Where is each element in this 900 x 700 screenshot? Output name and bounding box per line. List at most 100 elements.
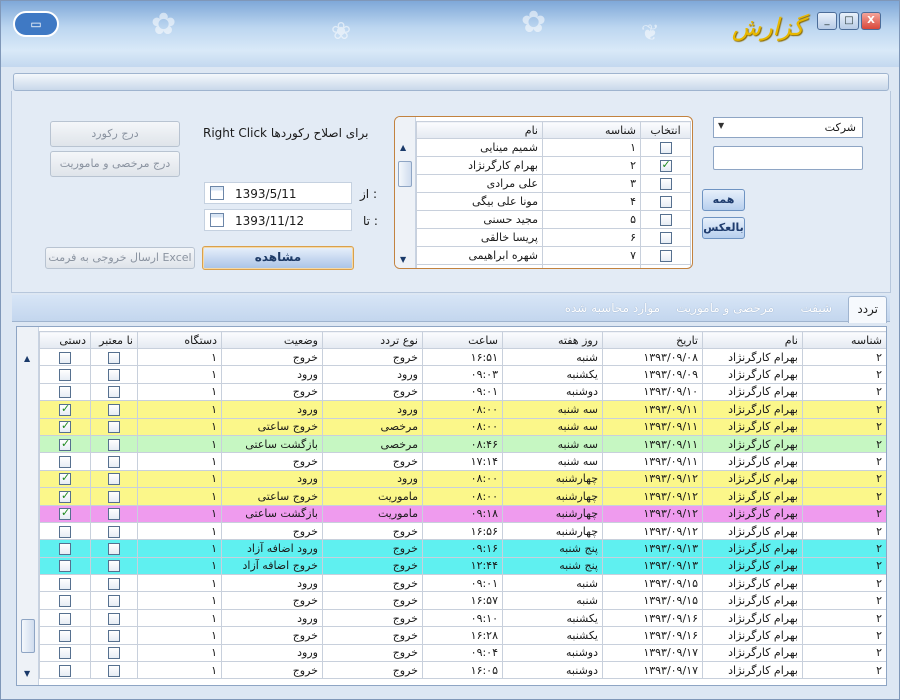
invalid-checkbox[interactable] [108, 525, 120, 538]
from-date-field[interactable]: 1393/5/11 [204, 182, 352, 204]
employee-select-checkbox[interactable] [659, 250, 672, 262]
manual-checkbox[interactable] [59, 351, 71, 364]
invalid-checkbox[interactable] [108, 473, 120, 486]
table-row[interactable]: ۱ خروج خروج ۱۶:۰۵ دوشنبه ۱۳۹۳/۰۹/۱۷ بهرام کارگ… [39, 661, 886, 680]
employee-row[interactable]: بهرام کارگرنژاد ۲ [416, 156, 691, 175]
employee-select-checkbox[interactable] [659, 142, 672, 154]
table-row[interactable]: ۱ خروج خروج ۰۹:۰۱ دوشنبه ۱۳۹۳/۰۹/۱۰ بهرام کارگ… [39, 382, 886, 402]
company-search-input[interactable] [713, 146, 863, 170]
table-row[interactable]: ۱ خروج خروج ۱۶:۵۱ شنبه ۱۳۹۳/۰۹/۰۸ بهرام کارگرن… [39, 347, 886, 367]
invalid-checkbox[interactable] [108, 612, 120, 625]
invalid-checkbox[interactable] [108, 386, 120, 399]
manual-checkbox[interactable] [59, 560, 71, 573]
invalid-checkbox[interactable] [108, 595, 120, 608]
employee-select-checkbox[interactable] [659, 178, 672, 190]
table-row[interactable]: ۱خروج ساعتیمرخصی۰۸:۰۰سه شنبه۱۳۹۳/۰۹/۱۱به… [39, 417, 886, 436]
table-row[interactable]: ۱ورودورود۰۸:۰۰سه شنبه۱۳۹۳/۰۹/۱۱بهرام کار… [39, 400, 886, 419]
maximize-button[interactable]: □ [839, 12, 859, 30]
scroll-thumb[interactable] [21, 619, 35, 653]
tab-calculated-items[interactable]: موارد محاسبه شده [565, 301, 660, 315]
table-row[interactable]: ۱بازگشت ساعتیمرخصی۰۸:۴۶سه شنبه۱۳۹۳/۰۹/۱۱… [39, 434, 886, 454]
manual-checkbox[interactable] [59, 664, 71, 677]
close-button[interactable]: X [861, 12, 881, 30]
table-row[interactable]: ۱ ورود اضافه آزاد خروج ۰۹:۱۶ پنج شنبه ۱۳۹۳/۰۹… [39, 539, 886, 558]
employee-row[interactable]: شهره ابراهیمی ۷ [416, 246, 691, 265]
company-dropdown[interactable]: شرکت ▼ [713, 117, 863, 138]
manual-checkbox[interactable] [59, 506, 71, 521]
invalid-checkbox[interactable] [108, 560, 120, 573]
manual-checkbox[interactable] [59, 369, 71, 382]
invalid-checkbox[interactable] [108, 508, 120, 521]
manual-checkbox[interactable] [59, 471, 71, 486]
manual-checkbox[interactable] [59, 542, 71, 555]
scroll-thumb[interactable] [398, 161, 412, 187]
manual-checkbox[interactable] [59, 386, 71, 399]
calendar-icon[interactable] [210, 213, 224, 227]
invalid-checkbox[interactable] [108, 456, 120, 469]
invalid-checkbox[interactable] [108, 490, 120, 503]
scroll-down-icon[interactable]: ▼ [400, 255, 406, 264]
manual-checkbox[interactable] [59, 437, 71, 451]
table-row[interactable]: ۱ ورود خروج ۰۹:۰۴ دوشنبه ۱۳۹۳/۰۹/۱۷ بهرام کارگ… [39, 643, 886, 663]
invert-selection-button[interactable]: بالعکس [702, 217, 745, 239]
table-row[interactable]: ۱ ورود ورود ۰۹:۰۳ یکشنبه ۱۳۹۳/۰۹/۰۹ بهرام کارگ… [39, 365, 886, 384]
scroll-up-icon[interactable]: ▲ [400, 143, 406, 152]
invalid-checkbox[interactable] [108, 577, 120, 590]
scroll-down-icon[interactable]: ▼ [24, 669, 30, 678]
insert-leave-mission-button[interactable]: درج مرخصی و ماموریت [50, 151, 180, 177]
table-row[interactable]: ۱ خروج خروج ۱۶:۲۸ یکشنبه ۱۳۹۳/۰۹/۱۶ بهرام کارگ… [39, 626, 886, 645]
insert-record-button[interactable]: درج رکورد [50, 121, 180, 147]
table-row[interactable]: ۱ ورود خروج ۰۹:۱۰ یکشنبه ۱۳۹۳/۰۹/۱۶ بهرام کارگ… [39, 608, 886, 628]
manual-checkbox[interactable] [59, 419, 71, 434]
manual-checkbox[interactable] [59, 577, 71, 590]
table-row[interactable]: ۱ خروج خروج ۱۶:۵۶ چهارشنبه ۱۳۹۳/۰۹/۱۲ بهرام کا… [39, 521, 886, 541]
manual-checkbox[interactable] [59, 629, 71, 642]
invalid-checkbox[interactable] [108, 542, 120, 555]
employee-select-checkbox[interactable] [659, 214, 672, 226]
tab-shift[interactable]: شیفت [800, 301, 832, 315]
table-row[interactable]: ۱ ورود خروج ۰۹:۰۱ شنبه ۱۳۹۳/۰۹/۱۵ بهرام کارگرن… [39, 574, 886, 593]
tab-traffic[interactable]: تردد [848, 296, 887, 323]
to-date-field[interactable]: 1393/11/12 [204, 209, 352, 231]
manual-checkbox[interactable] [59, 402, 71, 416]
invalid-checkbox[interactable] [108, 369, 120, 382]
scroll-up-icon[interactable]: ▲ [24, 354, 30, 363]
manual-checkbox[interactable] [59, 612, 71, 625]
tab-leave-mission[interactable]: مرخصی و ماموریت [676, 301, 774, 315]
excel-export-button[interactable]: ارسال خروجی به فرمت Excel [45, 247, 195, 269]
manual-checkbox[interactable] [59, 647, 71, 660]
employee-row[interactable]: ۸ [416, 264, 691, 269]
manual-checkbox[interactable] [59, 595, 71, 608]
manual-checkbox[interactable] [59, 456, 71, 469]
employee-select-checkbox[interactable] [659, 232, 672, 244]
invalid-checkbox[interactable] [108, 629, 120, 642]
manual-checkbox[interactable] [59, 489, 71, 503]
employee-row[interactable]: پریسا خالقی ۶ [416, 228, 691, 247]
select-all-button[interactable]: همه [702, 189, 745, 211]
invalid-checkbox[interactable] [108, 647, 120, 660]
table-row[interactable]: ۱بازگشت ساعتیماموریت۰۹:۱۸چهارشنبه۱۳۹۳/۰۹… [39, 504, 886, 523]
table-row[interactable]: ۱ خروج خروج ۱۶:۵۷ شنبه ۱۳۹۳/۰۹/۱۵ بهرام کارگرن… [39, 591, 886, 610]
invalid-checkbox[interactable] [108, 438, 120, 451]
view-button[interactable]: مشاهده [202, 246, 354, 270]
invalid-checkbox[interactable] [108, 421, 120, 434]
grid-scrollbar[interactable]: ▲ ▼ [17, 327, 39, 685]
employee-row[interactable]: شمیم مینایی ۱ [416, 138, 691, 157]
employee-list-scrollbar[interactable]: ▲ ▼ [395, 117, 416, 268]
calendar-icon[interactable] [210, 186, 224, 200]
table-row[interactable]: ۱ خروج خروج ۱۷:۱۴ سه شنبه ۱۳۹۳/۰۹/۱۱ بهرام کار… [39, 452, 886, 471]
table-row[interactable]: ۱خروج ساعتیماموریت۰۸:۰۰چهارشنبه۱۳۹۳/۰۹/۱… [39, 487, 886, 506]
employee-row[interactable]: علی مرادی ۳ [416, 174, 691, 193]
employee-row[interactable]: مجید حسنی ۵ [416, 210, 691, 229]
minimize-button[interactable]: _ [817, 12, 837, 30]
table-row[interactable]: ۱ورودورود۰۸:۰۰چهارشنبه۱۳۹۳/۰۹/۱۲بهرام کا… [39, 469, 886, 489]
employee-select-checkbox[interactable] [659, 158, 672, 172]
employee-row[interactable]: مونا علی بیگی ۴ [416, 192, 691, 211]
manual-checkbox[interactable] [59, 525, 71, 538]
employee-select-checkbox[interactable] [660, 268, 672, 269]
invalid-checkbox[interactable] [108, 351, 120, 364]
invalid-checkbox[interactable] [108, 664, 120, 677]
employee-select-checkbox[interactable] [659, 196, 672, 208]
invalid-checkbox[interactable] [108, 403, 120, 416]
table-row[interactable]: ۱ خروج اضافه آزاد خروج ۱۲:۴۴ پنج شنبه ۱۳۹۳/۰۹… [39, 556, 886, 576]
